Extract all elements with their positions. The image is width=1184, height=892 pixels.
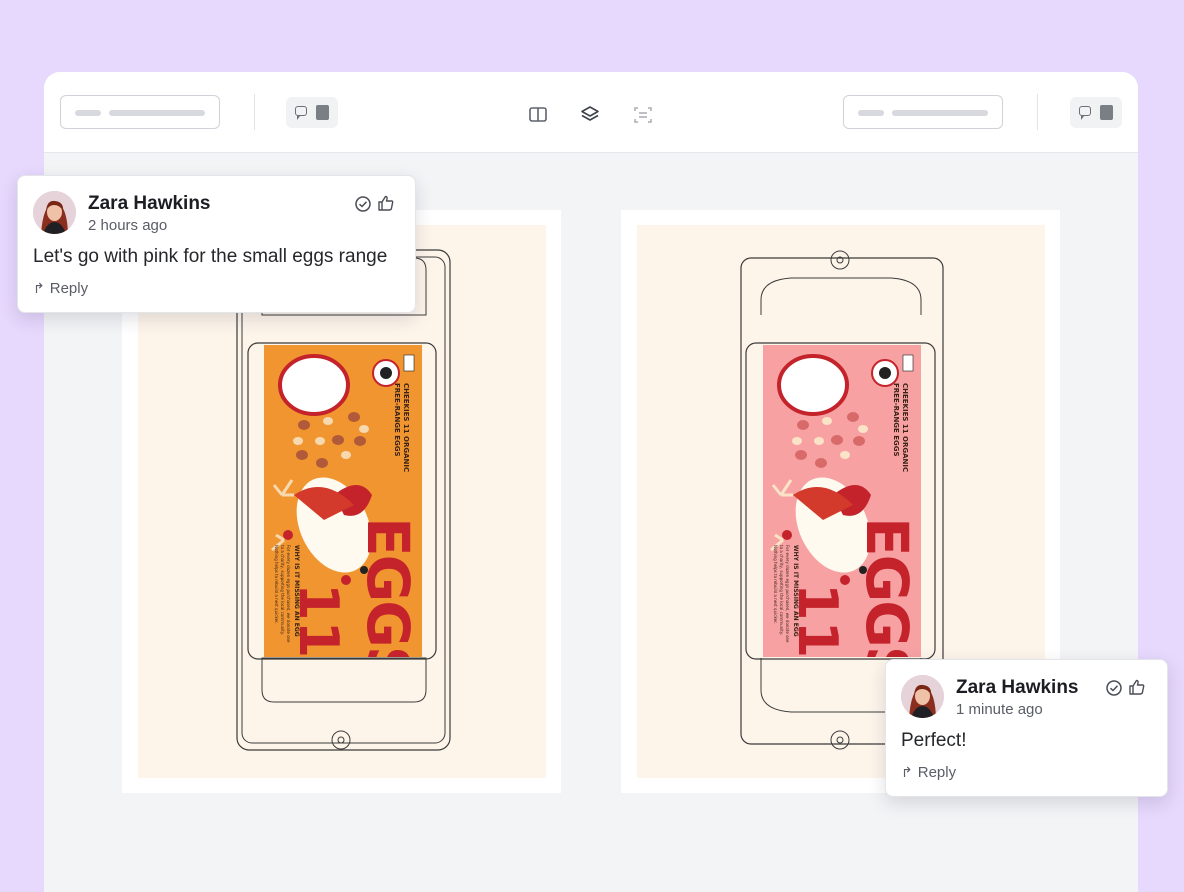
- comment-timestamp: 1 minute ago: [956, 701, 1043, 718]
- label-side-heading: WHY IS IT MISSING AN EGG: [792, 545, 799, 637]
- label-side-copy: For every dozen eggs purchased, we donat…: [785, 545, 790, 643]
- layers-icon[interactable]: [580, 105, 600, 125]
- toggle-square-icon: [1100, 105, 1113, 120]
- label-brand-line-2: FREE-RANGE EGGS: [892, 383, 900, 457]
- label-side-copy: Nothing helps to rebuild a nest quicker.: [274, 545, 279, 624]
- label-brand-line-2: FREE-RANGE EGGS: [393, 383, 401, 457]
- comment-text: Perfect!: [901, 730, 967, 751]
- compare-icon[interactable]: [528, 105, 548, 125]
- egg-label-pink: EGGS 11 CHEEKIES 11 ORGANIC FREE-RANGE E…: [763, 345, 921, 657]
- thumbs-up-icon[interactable]: [377, 194, 395, 212]
- comment-icon: [1079, 106, 1091, 120]
- label-side-copy: For every dozen eggs purchased, we donat…: [286, 545, 291, 643]
- left-comment-toggle-button[interactable]: [286, 97, 338, 128]
- reply-label: Reply: [917, 764, 957, 781]
- toggle-square-icon: [316, 105, 329, 120]
- scan-icon[interactable]: [633, 105, 653, 125]
- resolve-check-icon[interactable]: [1105, 679, 1123, 697]
- reply-button[interactable]: ↱ Reply: [33, 280, 88, 297]
- reply-arrow-icon: ↱: [33, 280, 45, 296]
- right-version-selector[interactable]: [843, 95, 1003, 129]
- label-headline: EGGS: [354, 517, 422, 657]
- egg-label-orange: EGGS 11 CHEEKIES 11 ORGANIC FREE-RANGE E…: [264, 345, 422, 657]
- comment-card[interactable]: Zara Hawkins 2 hours ago Let's go with p…: [17, 175, 416, 313]
- comment-card[interactable]: Zara Hawkins 1 minute ago Perfect! ↱ Repl…: [885, 659, 1168, 797]
- label-side-heading: WHY IS IT MISSING AN EGG: [293, 545, 300, 637]
- reply-arrow-icon: ↱: [901, 764, 913, 780]
- label-side-copy: to a charity, supporting the local commu…: [280, 545, 285, 635]
- avatar: [901, 675, 944, 718]
- avatar: [33, 191, 76, 234]
- comment-timestamp: 2 hours ago: [88, 217, 168, 234]
- comment-author: Zara Hawkins: [956, 677, 1079, 698]
- comment-author: Zara Hawkins: [88, 193, 211, 214]
- thumbs-up-icon[interactable]: [1128, 678, 1146, 696]
- toolbar-divider: [254, 94, 255, 130]
- reply-label: Reply: [49, 280, 89, 297]
- label-brand-line-1: CHEEKIES 11 ORGANIC: [402, 383, 410, 473]
- toolbar-divider: [1037, 94, 1038, 130]
- reply-button[interactable]: ↱ Reply: [901, 764, 956, 781]
- label-side-copy: Nothing helps to rebuild a nest quicker.: [773, 545, 778, 624]
- toolbar: [44, 72, 1138, 153]
- comment-icon: [295, 106, 307, 120]
- label-brand-line-1: CHEEKIES 11 ORGANIC: [901, 383, 909, 473]
- label-headline: EGGS: [853, 517, 921, 657]
- resolve-check-icon[interactable]: [354, 195, 372, 213]
- label-side-copy: to a charity, supporting the local commu…: [779, 545, 784, 635]
- left-version-selector[interactable]: [60, 95, 220, 129]
- right-comment-toggle-button[interactable]: [1070, 97, 1122, 128]
- comment-text: Let's go with pink for the small eggs ra…: [33, 246, 388, 267]
